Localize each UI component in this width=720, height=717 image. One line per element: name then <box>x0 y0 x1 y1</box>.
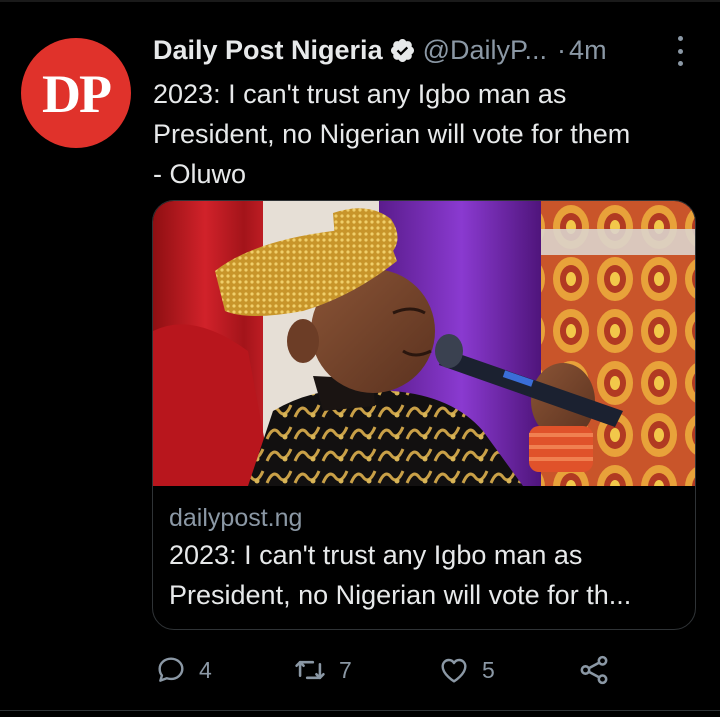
share-button[interactable] <box>577 650 611 690</box>
timestamp[interactable]: 4m <box>569 35 607 66</box>
like-count: 5 <box>482 656 495 683</box>
retweet-button[interactable]: 7 <box>293 650 352 690</box>
card-title-line: President, no Nigerian will vote for th.… <box>169 580 632 610</box>
more-dots-icon[interactable] <box>668 36 692 66</box>
reply-count: 4 <box>199 656 212 683</box>
retweet-count: 7 <box>339 656 352 683</box>
bottom-divider <box>0 710 720 711</box>
tweet-text-line: 2023: I can't trust any Igbo man as <box>153 79 567 109</box>
separator-dot: · <box>557 34 567 65</box>
reply-button[interactable]: 4 <box>155 650 212 690</box>
tweet-text-line: - Oluwo <box>153 159 247 189</box>
card-image <box>153 201 695 486</box>
card-title-line: 2023: I can't trust any Igbo man as <box>169 540 583 570</box>
handle[interactable]: @DailyP... <box>423 35 547 66</box>
top-divider <box>0 0 720 2</box>
link-card[interactable]: dailypost.ng 2023: I can't trust any Igb… <box>152 200 696 630</box>
like-button[interactable]: 5 <box>438 650 495 690</box>
tweet-text: 2023: I can't trust any Igbo man as Pres… <box>153 74 698 194</box>
tweet-header: Daily Post Nigeria @DailyP... · 4m <box>153 30 607 70</box>
avatar[interactable]: DP <box>21 38 131 148</box>
card-domain: dailypost.ng <box>169 504 303 532</box>
retweet-arrows-icon <box>293 653 327 687</box>
display-name[interactable]: Daily Post Nigeria <box>153 35 383 66</box>
heart-icon <box>438 654 470 686</box>
share-nodes-icon <box>577 653 611 687</box>
verified-badge-icon <box>389 37 416 64</box>
action-bar: 4 7 5 <box>155 650 625 690</box>
tweet-text-line: President, no Nigerian will vote for the… <box>153 119 631 149</box>
card-meta: dailypost.ng 2023: I can't trust any Igb… <box>169 501 679 615</box>
avatar-logo-text: DP <box>42 64 112 124</box>
tweet-container: DP Daily Post Nigeria @DailyP... · 4m 20… <box>0 0 720 717</box>
reply-bubble-icon <box>155 654 187 686</box>
